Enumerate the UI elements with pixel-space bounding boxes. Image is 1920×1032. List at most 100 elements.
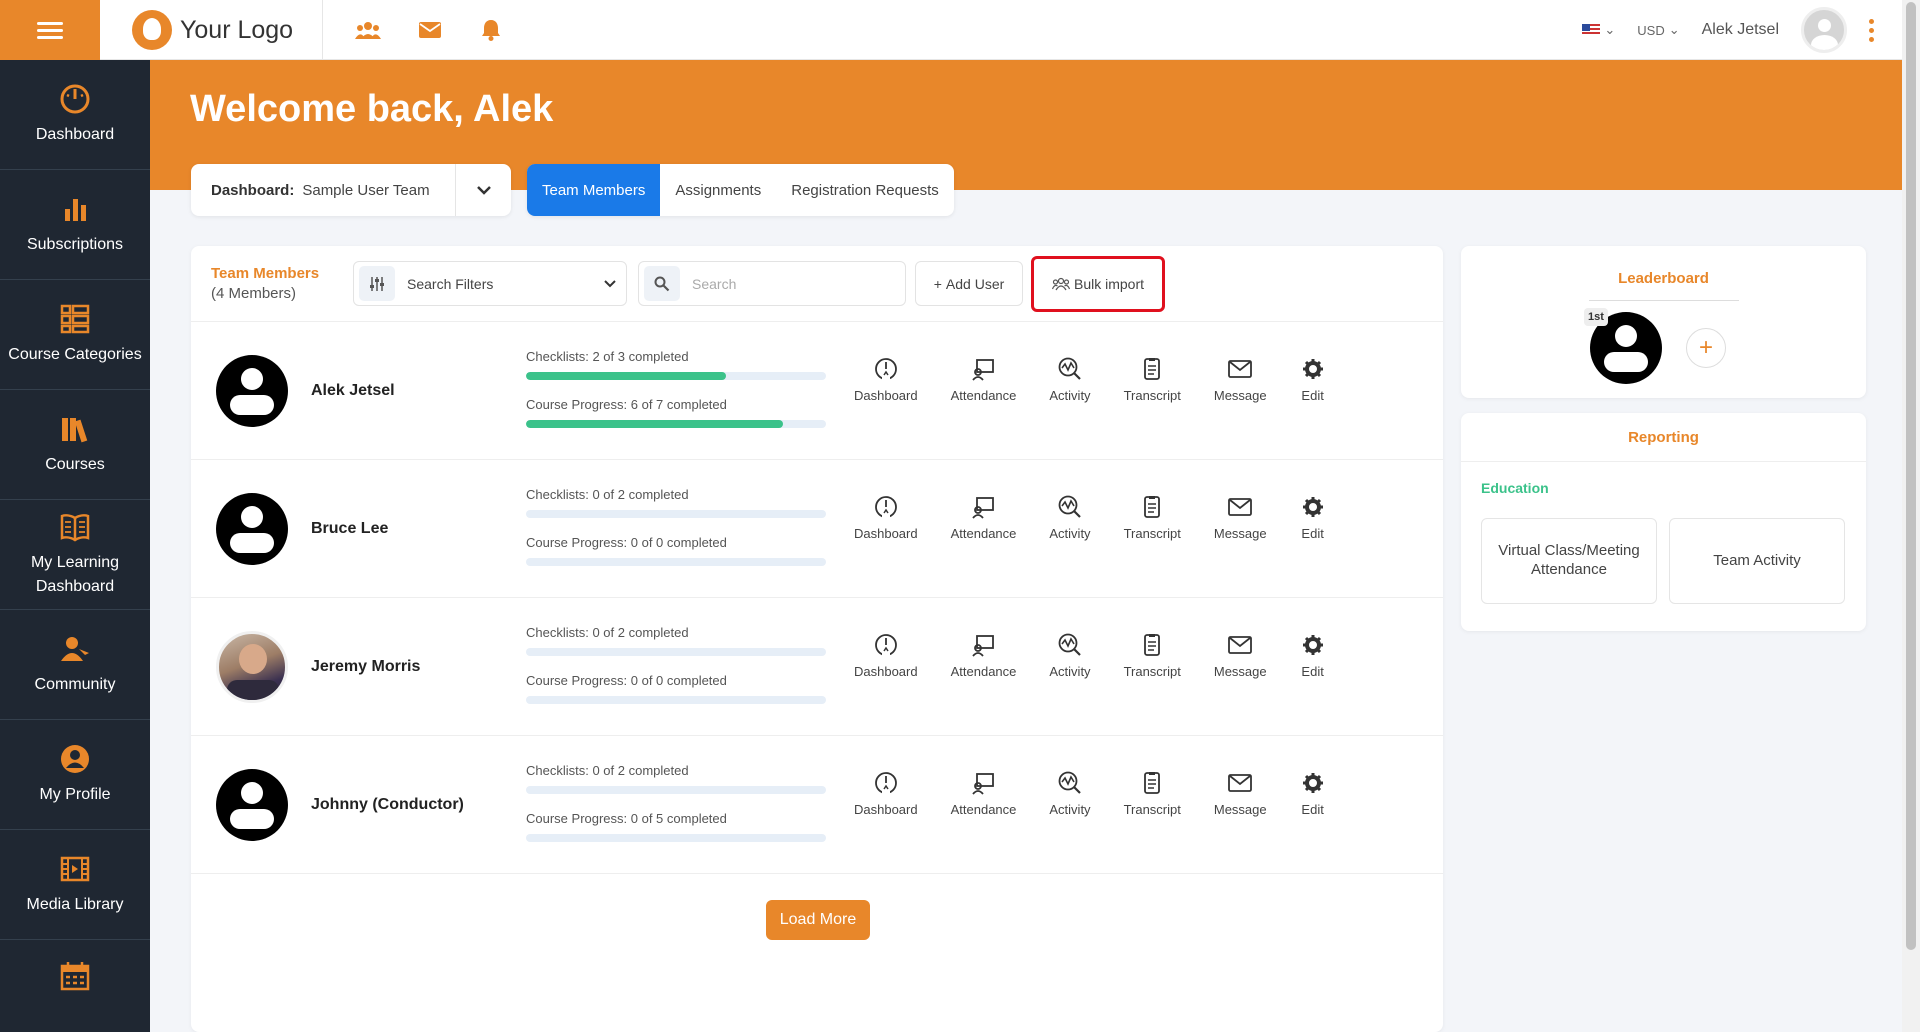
sidebar-item-course-categories[interactable]: Course Categories [0,280,150,390]
profile-icon [61,744,89,773]
edit-action[interactable]: Edit [1300,632,1326,679]
member-avatar[interactable] [216,631,288,703]
activity-icon [1057,770,1083,796]
attendance-action[interactable]: Attendance [950,494,1017,541]
user-avatar[interactable] [1801,7,1847,53]
action-label: Attendance [950,526,1017,541]
sidebar-item-label: Course Categories [8,345,142,363]
course-progress: Course Progress: 0 of 0 completed [526,673,826,704]
message-icon [1227,770,1253,796]
dashboard-icon [873,632,899,658]
film-icon [60,856,90,881]
transcript-icon [1139,356,1165,382]
dashboard-action[interactable]: Dashboard [854,494,918,541]
message-action[interactable]: Message [1214,632,1267,679]
search-filters-select[interactable]: Search Filters [353,261,627,306]
sidebar-item-media-library[interactable]: Media Library [0,830,150,940]
course-progress-label: Course Progress: 0 of 0 completed [526,535,727,550]
search-input[interactable]: Search [638,261,906,306]
logo[interactable]: Your Logo [132,10,293,50]
checklist-progress-bar [526,786,826,794]
attendance-action[interactable]: Attendance [951,770,1016,817]
checklist-progress-bar [526,372,826,380]
top-bar: Your Logo ⌄ USD ⌄ Alek Jetsel [0,0,1902,60]
transcript-action[interactable]: Transcript [1124,494,1181,541]
transcript-action[interactable]: Transcript [1124,356,1181,403]
scrollbar-thumb[interactable] [1906,2,1916,950]
edit-action[interactable]: Edit [1300,356,1326,403]
message-icon [1227,494,1253,520]
sidebar-item-events[interactable] [0,940,150,1032]
edit-action[interactable]: Edit [1300,494,1326,541]
transcript-icon [1139,632,1165,658]
sidebar-item-my-profile[interactable]: My Profile [0,720,150,830]
sidebar-item-subscriptions[interactable]: Subscriptions [0,170,150,280]
team-members-title: Team Members [211,265,320,282]
member-avatar[interactable] [216,769,288,841]
search-filters-label: Search Filters [407,275,494,292]
progress-fill [526,420,784,428]
dashboard-action[interactable]: Dashboard [854,770,918,817]
sidebar: Dashboard Subscriptions Course Categorie… [0,60,150,1032]
chevron-down-icon[interactable] [455,164,511,216]
sidebar-item-courses[interactable]: Courses [0,390,150,500]
tab-assignments[interactable]: Assignments [660,164,776,216]
member-name[interactable]: Jeremy Morris [311,658,420,676]
member-name[interactable]: Alek Jetsel [311,382,395,400]
dashboard-action[interactable]: Dashboard [854,356,918,403]
course-progress-bar [526,696,826,704]
bell-icon[interactable] [477,16,505,44]
language-select[interactable]: ⌄ [1582,22,1615,38]
plus-icon[interactable]: + [1686,328,1726,368]
transcript-action[interactable]: Transcript [1124,632,1181,679]
transcript-icon [1139,494,1165,520]
edit-action[interactable]: Edit [1300,770,1326,817]
bulk-import-button[interactable]: Bulk import [1031,256,1165,312]
member-avatar[interactable] [216,355,288,427]
load-more-button[interactable]: Load More [766,900,870,940]
member-count: (4 Members) [211,284,297,302]
user-name[interactable]: Alek Jetsel [1702,21,1779,39]
checklist-progress-bar [526,648,826,656]
scrollbar[interactable] [1902,0,1920,1032]
dashboard-select[interactable]: Dashboard: Sample User Team [191,164,511,216]
sidebar-item-dashboard[interactable]: Dashboard [0,60,150,170]
message-action[interactable]: Message [1214,494,1267,541]
sidebar-item-community[interactable]: Community [0,610,150,720]
action-label: Transcript [1123,526,1181,541]
sidebar-item-my-learning-dashboard[interactable]: My Learning Dashboard [0,500,150,610]
activity-action[interactable]: Activity [1049,356,1091,403]
more-options-icon[interactable] [1869,18,1874,42]
message-action[interactable]: Message [1214,770,1267,817]
activity-action[interactable]: Activity [1049,770,1091,817]
dashboard-icon [873,494,899,520]
team-activity-button[interactable]: Team Activity [1669,518,1845,604]
action-label: Attendance [950,388,1017,403]
member-name[interactable]: Johnny (Conductor) [311,796,464,814]
member-name[interactable]: Bruce Lee [311,520,388,538]
add-user-button[interactable]: + Add User [915,261,1023,306]
dashboard-action[interactable]: Dashboard [854,632,918,679]
course-progress: Course Progress: 0 of 5 completed [526,811,826,842]
checklist-progress: Checklists: 0 of 2 completed [526,625,826,656]
message-action[interactable]: Message [1214,356,1267,403]
attendance-icon [971,632,997,658]
activity-action[interactable]: Activity [1049,632,1091,679]
hamburger-menu-icon[interactable] [0,0,100,60]
attendance-action[interactable]: Attendance [950,356,1017,403]
attendance-action[interactable]: Attendance [951,632,1016,679]
edit-icon [1300,494,1326,520]
virtual-class-attendance-button[interactable]: Virtual Class/Meeting Attendance [1481,518,1657,604]
tab-team-members[interactable]: Team Members [527,164,661,216]
mail-icon[interactable] [416,16,444,44]
plus-icon: + [933,275,942,292]
member-avatar[interactable] [216,493,288,565]
tab-registration-requests[interactable]: Registration Requests [776,164,954,216]
sidebar-item-label: My Profile [39,785,111,803]
activity-action[interactable]: Activity [1049,494,1091,541]
divider [1589,300,1739,301]
currency-select[interactable]: USD ⌄ [1637,22,1679,38]
checklist-progress: Checklists: 0 of 2 completed [526,487,826,518]
transcript-action[interactable]: Transcript [1124,770,1181,817]
users-icon[interactable] [354,16,382,44]
